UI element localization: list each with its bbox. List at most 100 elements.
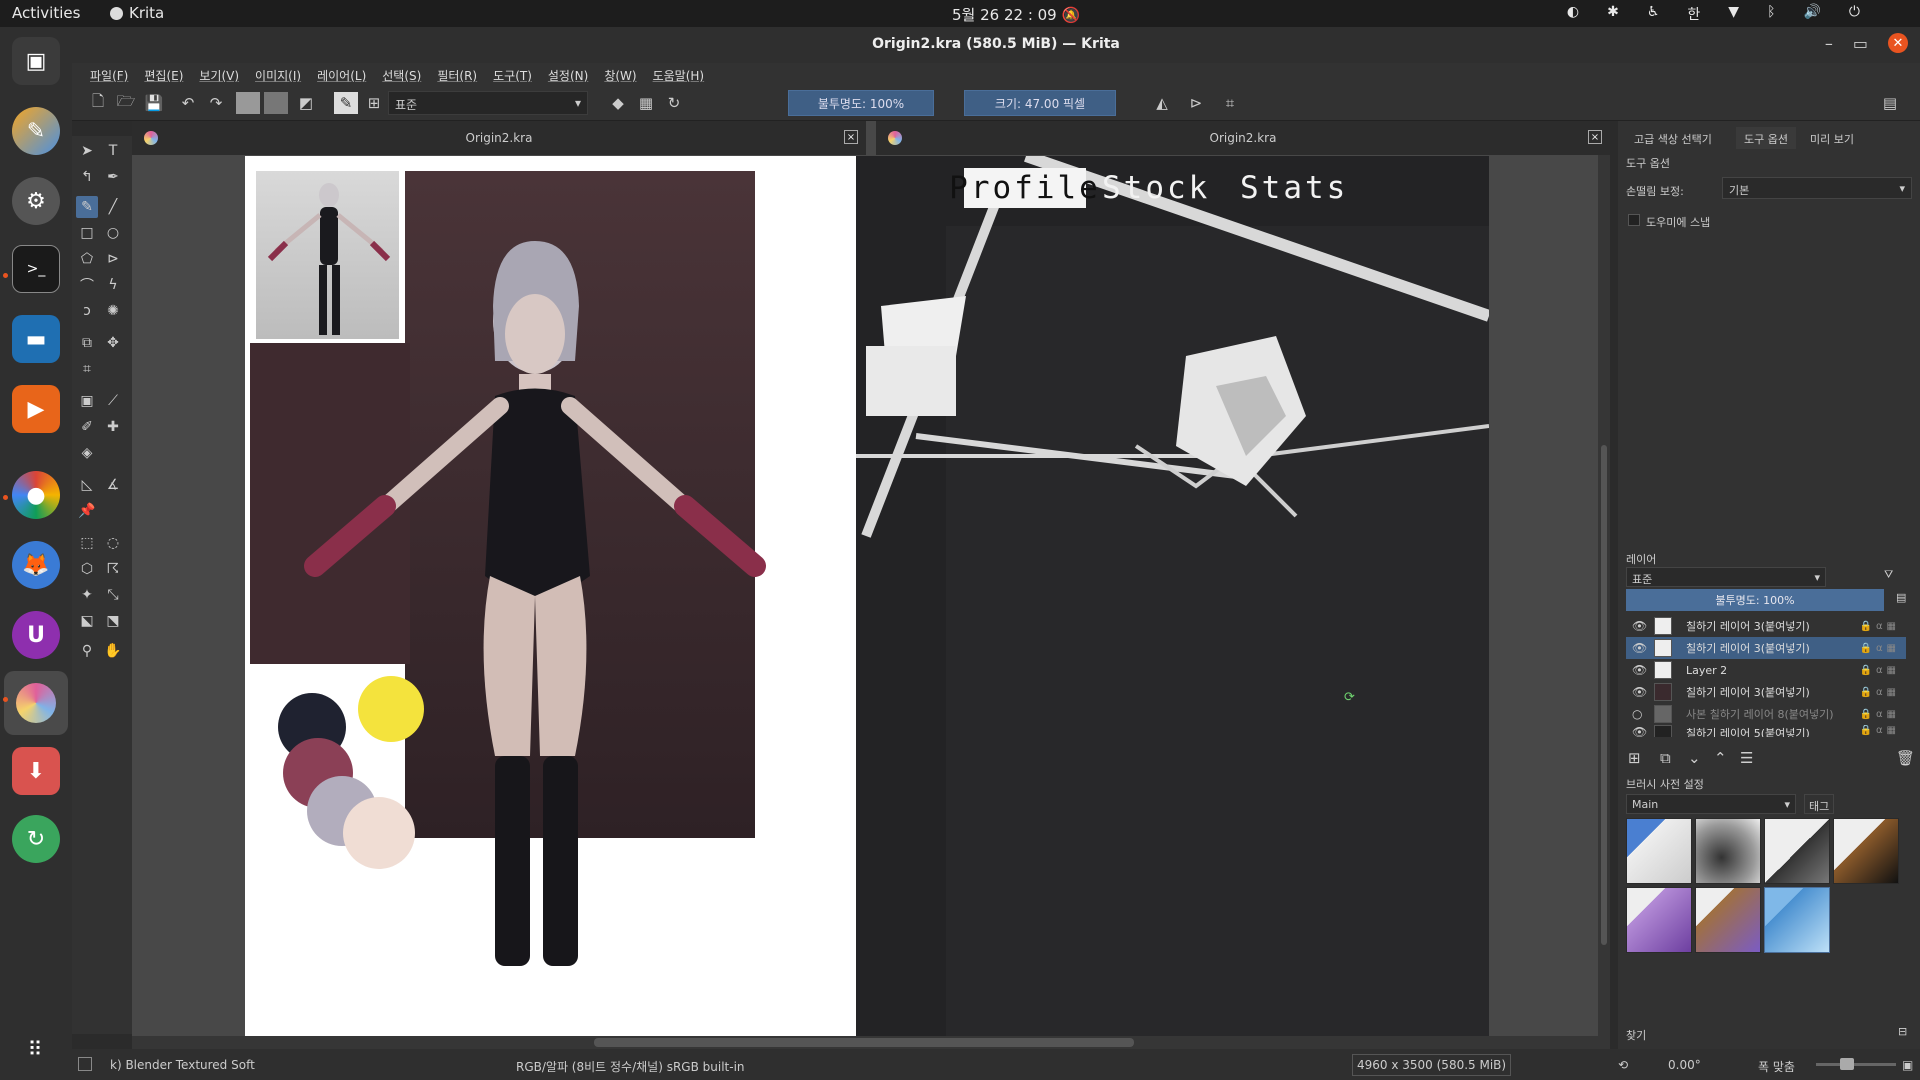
preserve-alpha-icon[interactable]: ▦ [634, 92, 658, 114]
measure-tool-icon[interactable]: ∡ [102, 474, 124, 496]
krita-dock-icon[interactable]: ✎ [12, 107, 60, 155]
menu-settings[interactable]: 설정(N) [540, 63, 596, 85]
move-tool-icon[interactable]: ✥ [102, 332, 124, 354]
clock[interactable]: 5월 26 22 : 09 🔕 [952, 4, 1080, 25]
size-slider[interactable]: 크기: 47.00 픽셀 [964, 90, 1116, 116]
brush-preset-eraser[interactable] [1626, 818, 1692, 884]
volume-icon[interactable]: 🔊 [1803, 4, 1820, 24]
contiguous-select-icon[interactable]: ✦ [76, 584, 98, 606]
brush-search-options-icon[interactable]: ⊟ [1898, 1025, 1907, 1038]
game-tab-profile[interactable]: Profile [949, 168, 1098, 208]
menu-view[interactable]: 보기(V) [191, 63, 247, 85]
minimize-icon[interactable]: – [1825, 34, 1833, 53]
layers-opacity-slider[interactable]: 불투명도: 100% [1626, 589, 1884, 611]
blend-mode-select[interactable]: 표준 ▾ [388, 91, 588, 115]
edit-shapes-icon[interactable]: ↰ [76, 166, 98, 188]
settings-gear-icon[interactable]: ⚙ [12, 177, 60, 225]
pattern-selector-icon[interactable] [264, 92, 288, 114]
canvas-view-right[interactable]: Profile Stock Stats ⟳ [856, 156, 1489, 1036]
layer-row[interactable]: 👁 칠하기 레이어 5(붙여넣기) 🔒α▦ [1626, 725, 1906, 737]
move-up-icon[interactable]: ⌃ [1714, 749, 1727, 767]
eye-icon[interactable]: 👁 [1632, 725, 1648, 737]
select-shapes-icon[interactable]: ➤ [76, 140, 98, 162]
rotation-icon[interactable]: ⟲ [1618, 1058, 1628, 1072]
video-player-icon[interactable]: ▶ [12, 385, 60, 433]
menu-edit[interactable]: 편집(E) [136, 63, 191, 85]
opacity-slider[interactable]: 불투명도: 100% [788, 90, 934, 116]
assistant-tool-icon[interactable]: ◺ [76, 474, 98, 496]
mirror-vertical-icon[interactable]: ⊳ [1184, 92, 1208, 114]
polygon-select-icon[interactable]: ⬡ [76, 558, 98, 580]
files-icon[interactable]: ▬ [12, 315, 60, 363]
power-icon[interactable]: ⏻ [1849, 4, 1860, 24]
zoom-slider[interactable] [1816, 1063, 1896, 1066]
brush-preset-watercolor[interactable] [1695, 887, 1761, 953]
menu-layer[interactable]: 레이어(L) [309, 63, 374, 85]
update-icon[interactable]: ↻ [12, 815, 60, 863]
layer-lock-icons[interactable]: 🔒α▦ [1860, 665, 1901, 676]
fill-tool-icon[interactable]: ◈ [76, 442, 98, 464]
layer-row-hidden[interactable]: ○ 사본 칠하기 레이어 8(붙여넣기) 🔒α▦ [1626, 703, 1906, 725]
colorize-mask-icon[interactable]: ✐ [76, 416, 98, 438]
brush-preset-selected[interactable] [1764, 887, 1830, 953]
layer-lock-icons[interactable]: 🔒α▦ [1860, 643, 1901, 654]
screenshot-app-icon[interactable]: ▣ [12, 37, 60, 85]
eraser-icon[interactable]: ◆ [606, 92, 630, 114]
freehand-brush-icon[interactable]: ✎ [76, 196, 98, 218]
wrap-around-icon[interactable]: ⌗ [1218, 92, 1242, 114]
color-picker-icon[interactable]: ⟋ [102, 390, 124, 412]
brush-preset-icon[interactable]: ✎ [334, 92, 358, 114]
zoom-slider-handle[interactable] [1840, 1058, 1854, 1070]
layer-row[interactable]: 👁 칠하기 레이어 3(붙여넣기) 🔒α▦ [1626, 615, 1906, 637]
maximize-icon[interactable]: ▭ [1853, 34, 1868, 53]
color-space-info[interactable]: RGB/알파 (8비트 정수/채널) sRGB built-in [516, 1058, 745, 1075]
zoom-tool-icon[interactable]: ⚲ [76, 640, 98, 662]
toolbar-options-icon[interactable]: ▤ [1878, 92, 1902, 114]
freehand-select-icon[interactable]: ☈ [102, 558, 124, 580]
document-tab-1[interactable]: Origin2.kra × [132, 121, 866, 155]
layer-settings-icon[interactable]: ☰ [1740, 749, 1753, 767]
close-window-button[interactable]: ✕ [1888, 33, 1908, 53]
close-tab-button[interactable]: × [844, 130, 858, 144]
tab-advanced-color-selector[interactable]: 고급 색상 선택기 [1626, 127, 1720, 149]
bezier-tool-icon[interactable]: ⌒ [76, 274, 98, 296]
layer-lock-icons[interactable]: 🔒α▦ [1860, 621, 1901, 632]
calligraphy-icon[interactable]: ✒ [102, 166, 124, 188]
menu-select[interactable]: 선택(S) [374, 63, 429, 85]
save-icon[interactable]: 💾 [142, 92, 166, 114]
workspace-icon[interactable]: ⊞ [362, 92, 386, 114]
text-tool-icon[interactable]: T [102, 140, 124, 162]
eye-icon[interactable]: 👁 [1632, 619, 1648, 633]
layer-lock-icons[interactable]: 🔒α▦ [1860, 687, 1901, 698]
smart-patch-icon[interactable]: ✚ [102, 416, 124, 438]
magnetic-select-icon[interactable]: ⬔ [102, 610, 124, 632]
brush-tag-select[interactable]: Main ▾ [1626, 794, 1796, 814]
vertical-scrollbar[interactable] [1598, 155, 1610, 1036]
layer-properties-icon[interactable]: ▤ [1896, 591, 1906, 604]
bezier-select-icon[interactable]: ⬕ [76, 610, 98, 632]
add-layer-icon[interactable]: ⊞ [1628, 749, 1641, 767]
eye-icon[interactable]: 👁 [1632, 685, 1648, 699]
horizontal-scrollbar[interactable] [132, 1036, 1610, 1049]
ellipse-select-icon[interactable]: ◌ [102, 532, 124, 554]
scroll-thumb[interactable] [594, 1038, 1134, 1047]
input-method-indicator[interactable]: 한 [1687, 4, 1700, 24]
reload-preset-icon[interactable]: ↻ [662, 92, 686, 114]
layer-row-selected[interactable]: 👁 칠하기 레이어 3(붙여넣기) 🔒α▦ [1626, 637, 1906, 659]
show-apps-icon[interactable]: ⠿ [12, 1025, 60, 1073]
tag-button[interactable]: 태그 [1804, 794, 1835, 814]
line-tool-icon[interactable]: ╱ [102, 196, 124, 218]
redo-icon[interactable]: ↷ [204, 92, 228, 114]
layers-blend-select[interactable]: 표준 ▾ [1626, 567, 1826, 587]
crop-tool-icon[interactable]: ⌗ [76, 358, 98, 380]
reference-images-icon[interactable]: 📌 [76, 500, 98, 522]
rectangle-tool-icon[interactable]: □ [76, 222, 98, 244]
brush-indicator-icon[interactable] [78, 1057, 92, 1071]
canvas-view-left[interactable] [245, 156, 856, 1036]
tab-overview[interactable]: 미리 보기 [1802, 127, 1862, 149]
eye-icon[interactable]: 👁 [1632, 663, 1648, 677]
menu-image[interactable]: 이미지(I) [247, 63, 309, 85]
polyline-tool-icon[interactable]: ⊳ [102, 248, 124, 270]
freehand-path-icon[interactable]: ϟ [102, 274, 124, 296]
brush-preset-watercolor-purple[interactable] [1626, 887, 1692, 953]
